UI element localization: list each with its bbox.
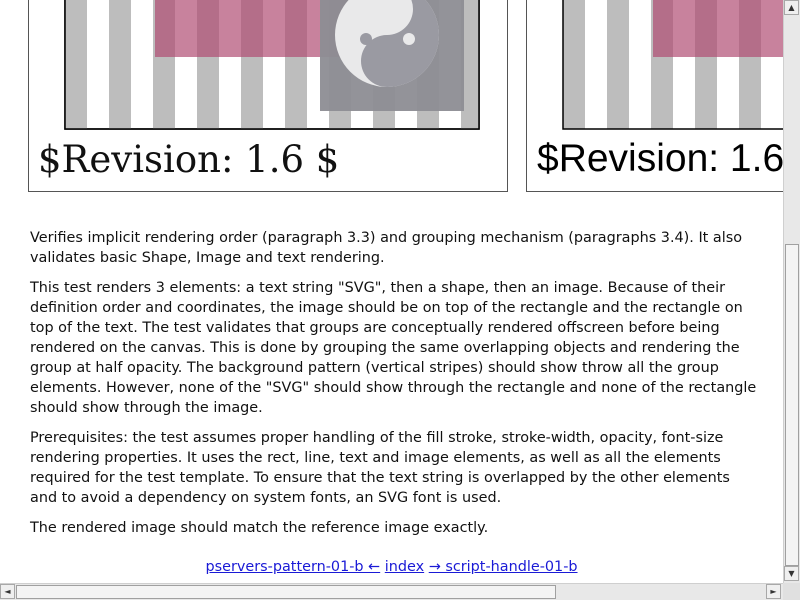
scroll-down-button[interactable]: ▼ bbox=[784, 566, 799, 581]
next-test-link[interactable]: → script-handle-01-b bbox=[429, 559, 578, 575]
reference-revision-text: $Revision: 1.6 $ bbox=[38, 138, 339, 181]
vertical-scroll-thumb[interactable] bbox=[785, 244, 799, 566]
page-viewport: $Revision: 1.6 $ $Revision: 1.6 $ Verifi… bbox=[0, 0, 783, 583]
description-paragraph: This test renders 3 elements: a text str… bbox=[30, 280, 757, 416]
scroll-left-button[interactable]: ◄ bbox=[0, 584, 15, 599]
rendered-revision-text: $Revision: 1.6 $ bbox=[537, 137, 783, 180]
rendered-image: $Revision: 1.6 $ bbox=[537, 0, 783, 180]
index-link[interactable]: index bbox=[385, 559, 424, 575]
scroll-up-button[interactable]: ▲ bbox=[784, 0, 799, 15]
description-paragraph: The rendered image should match the refe… bbox=[30, 520, 489, 536]
horizontal-scroll-thumb[interactable] bbox=[16, 585, 556, 599]
vertical-scrollbar[interactable]: ▲ ▼ bbox=[783, 0, 800, 583]
horizontal-scrollbar[interactable]: ◄ ► bbox=[0, 583, 783, 600]
reference-image: $Revision: 1.6 $ bbox=[38, 0, 480, 181]
yin-yang-image bbox=[320, 0, 464, 111]
test-navigation: pservers-pattern-01-b ← index → script-h… bbox=[0, 557, 783, 577]
scrollbar-corner bbox=[783, 583, 800, 600]
description-paragraph: Prerequisites: the test assumes proper h… bbox=[30, 430, 730, 506]
scroll-right-button[interactable]: ► bbox=[766, 584, 781, 599]
scroll-track-upper bbox=[785, 18, 799, 244]
overlap-rectangle-rendered bbox=[653, 0, 783, 57]
test-description: Verifies implicit rendering order (parag… bbox=[30, 228, 760, 548]
description-paragraph: Verifies implicit rendering order (parag… bbox=[30, 230, 743, 266]
rendered-image-frame: $Revision: 1.6 $ bbox=[526, 0, 783, 192]
prev-test-link[interactable]: pservers-pattern-01-b ← bbox=[205, 559, 380, 575]
reference-image-frame: $Revision: 1.6 $ bbox=[28, 0, 508, 192]
